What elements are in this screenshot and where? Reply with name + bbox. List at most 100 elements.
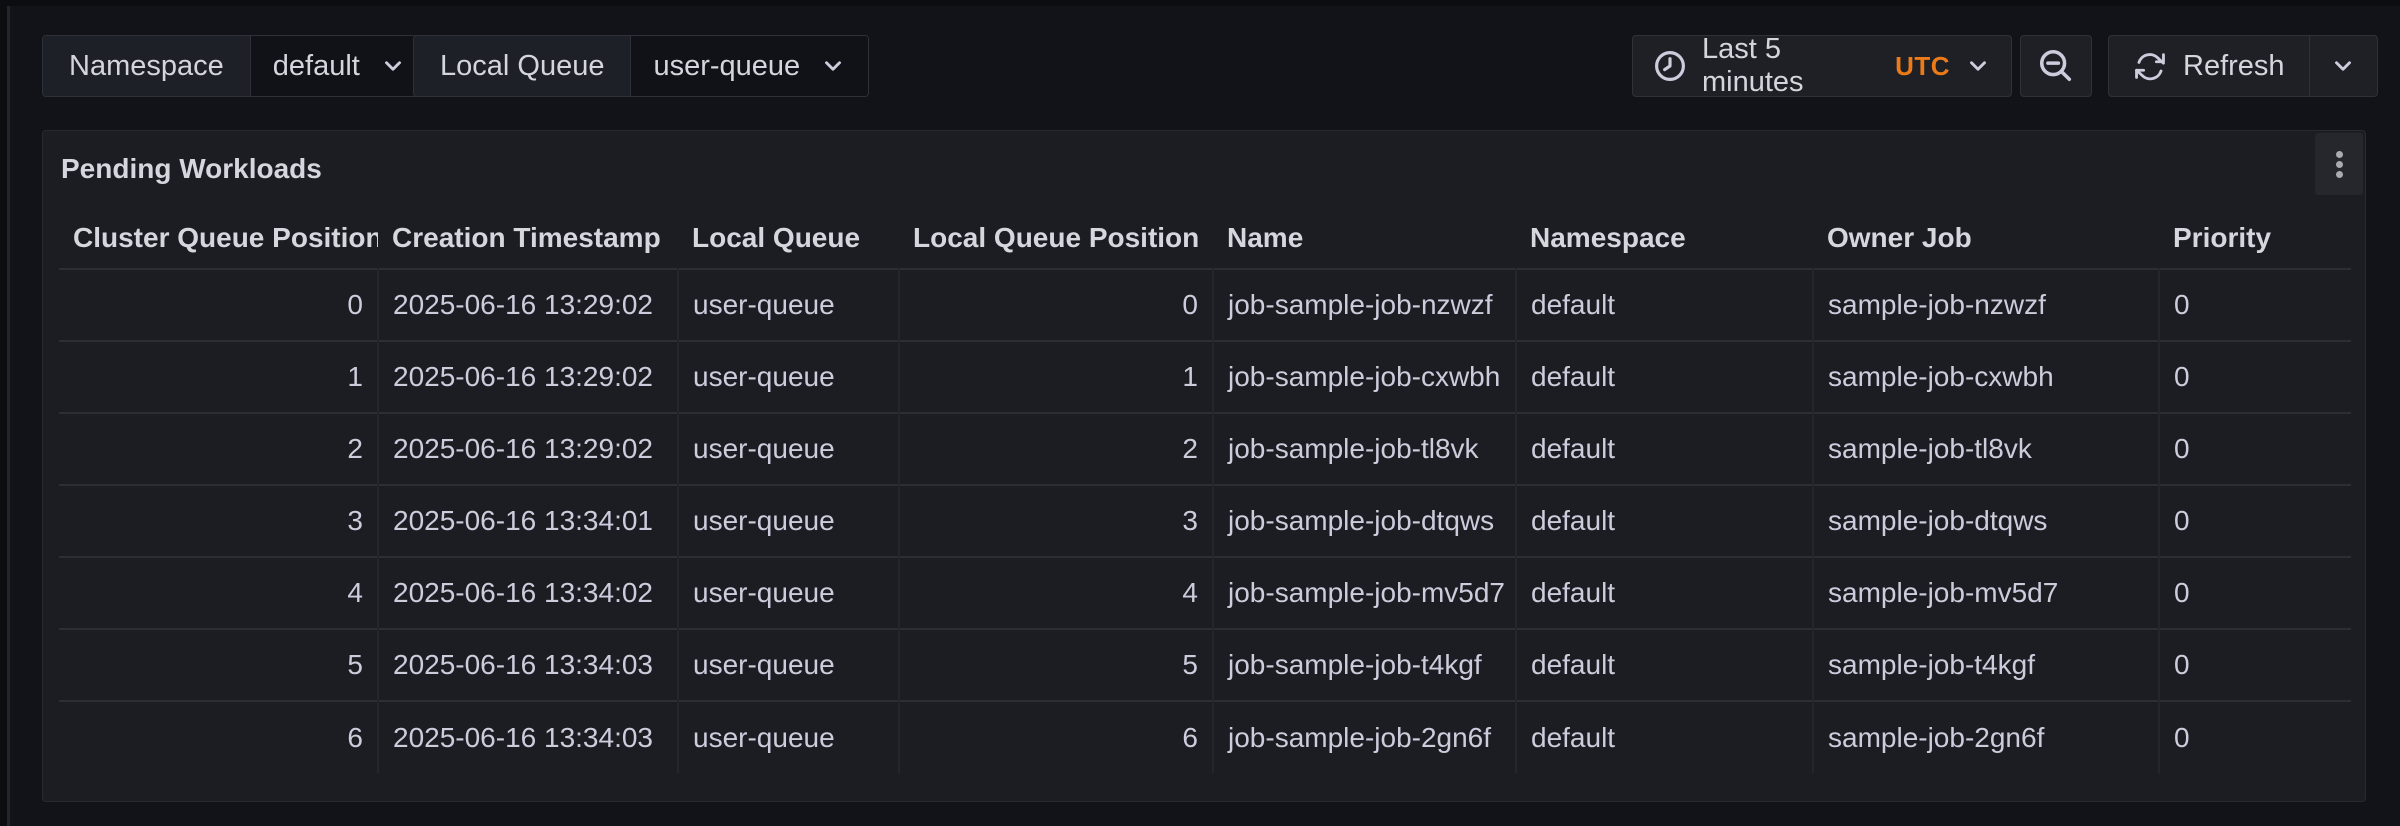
table-cell: sample-job-2gn6f <box>1813 701 2159 773</box>
left-divider <box>7 6 10 826</box>
pending-workloads-table-wrap: Cluster Queue PositionCreation Timestamp… <box>59 207 2351 773</box>
table-cell: 4 <box>59 557 378 629</box>
dashboard-toolbar: Namespace default Local Queue user-queue… <box>0 35 2400 97</box>
variable-local-queue: Local Queue user-queue <box>413 35 869 97</box>
table-cell: 0 <box>2159 701 2351 773</box>
table-cell: job-sample-job-cxwbh <box>1213 341 1516 413</box>
table-cell: 0 <box>2159 557 2351 629</box>
variable-namespace-label: Namespace <box>43 36 251 96</box>
table-row: 32025-06-16 13:34:01user-queue3job-sampl… <box>59 485 2351 557</box>
table-cell: job-sample-job-2gn6f <box>1213 701 1516 773</box>
table-cell: default <box>1516 701 1813 773</box>
pending-workloads-panel: Pending Workloads Cluster Queue Position… <box>42 130 2366 802</box>
time-range-picker[interactable]: Last 5 minutes UTC <box>1632 35 2012 97</box>
variable-namespace-value: default <box>273 50 360 83</box>
table-cell: user-queue <box>678 629 899 701</box>
table-cell: 1 <box>899 341 1213 413</box>
variable-local-queue-value: user-queue <box>653 50 800 83</box>
timezone-label: UTC <box>1895 51 1950 82</box>
table-cell: 3 <box>899 485 1213 557</box>
zoom-out-time-button[interactable] <box>2020 35 2092 97</box>
table-cell: job-sample-job-nzwzf <box>1213 269 1516 341</box>
variable-namespace: Namespace default <box>42 35 429 97</box>
chevron-down-icon <box>820 53 846 79</box>
table-header-row: Cluster Queue PositionCreation Timestamp… <box>59 207 2351 269</box>
table-cell: 0 <box>2159 485 2351 557</box>
column-header[interactable]: Priority <box>2159 207 2351 269</box>
table-cell: default <box>1516 629 1813 701</box>
column-header[interactable]: Namespace <box>1516 207 1813 269</box>
table-cell: 1 <box>59 341 378 413</box>
table-cell: user-queue <box>678 557 899 629</box>
vertical-ellipsis-icon <box>2336 151 2343 158</box>
table-cell: 6 <box>899 701 1213 773</box>
time-range-label: Last 5 minutes <box>1702 33 1880 99</box>
table-cell: user-queue <box>678 485 899 557</box>
table-cell: job-sample-job-dtqws <box>1213 485 1516 557</box>
table-cell: default <box>1516 485 1813 557</box>
table-cell: sample-job-mv5d7 <box>1813 557 2159 629</box>
column-header[interactable]: Cluster Queue Position <box>59 207 378 269</box>
chevron-down-icon <box>1965 53 1991 79</box>
vertical-ellipsis-icon <box>2336 171 2343 178</box>
table-row: 52025-06-16 13:34:03user-queue5job-sampl… <box>59 629 2351 701</box>
table-cell: user-queue <box>678 341 899 413</box>
clock-icon <box>1653 49 1687 83</box>
column-header[interactable]: Creation Timestamp <box>378 207 678 269</box>
variable-namespace-dropdown[interactable]: default <box>251 36 428 96</box>
window-top-edge <box>0 0 2400 6</box>
refresh-group: Refresh <box>2108 35 2378 97</box>
table-cell: 2025-06-16 13:29:02 <box>378 413 678 485</box>
table-cell: 2025-06-16 13:29:02 <box>378 341 678 413</box>
table-cell: 2025-06-16 13:34:02 <box>378 557 678 629</box>
table-row: 02025-06-16 13:29:02user-queue0job-sampl… <box>59 269 2351 341</box>
table-cell: 3 <box>59 485 378 557</box>
table-cell: 2025-06-16 13:34:03 <box>378 629 678 701</box>
table-row: 12025-06-16 13:29:02user-queue1job-sampl… <box>59 341 2351 413</box>
chevron-down-icon <box>380 53 406 79</box>
pending-workloads-table: Cluster Queue PositionCreation Timestamp… <box>59 207 2351 773</box>
table-cell: 6 <box>59 701 378 773</box>
table-cell: default <box>1516 269 1813 341</box>
column-header[interactable]: Local Queue Position <box>899 207 1213 269</box>
table-cell: user-queue <box>678 413 899 485</box>
table-cell: 2 <box>59 413 378 485</box>
sync-arrows-icon <box>2133 49 2167 83</box>
table-cell: 2025-06-16 13:29:02 <box>378 269 678 341</box>
column-header[interactable]: Name <box>1213 207 1516 269</box>
window-left-edge <box>0 0 7 826</box>
panel-menu-button[interactable] <box>2315 133 2363 195</box>
table-cell: user-queue <box>678 269 899 341</box>
table-cell: 2025-06-16 13:34:01 <box>378 485 678 557</box>
magnifier-minus-icon <box>2037 47 2075 85</box>
table-cell: 0 <box>59 269 378 341</box>
column-header[interactable]: Owner Job <box>1813 207 2159 269</box>
table-cell: 0 <box>2159 413 2351 485</box>
refresh-interval-dropdown[interactable] <box>2309 36 2377 96</box>
table-row: 22025-06-16 13:29:02user-queue2job-sampl… <box>59 413 2351 485</box>
table-cell: 0 <box>2159 629 2351 701</box>
table-cell: job-sample-job-tl8vk <box>1213 413 1516 485</box>
variable-local-queue-dropdown[interactable]: user-queue <box>631 36 868 96</box>
table-cell: 5 <box>59 629 378 701</box>
table-cell: default <box>1516 557 1813 629</box>
table-row: 62025-06-16 13:34:03user-queue6job-sampl… <box>59 701 2351 773</box>
table-cell: 0 <box>2159 269 2351 341</box>
table-cell: 2 <box>899 413 1213 485</box>
vertical-ellipsis-icon <box>2336 161 2343 168</box>
table-cell: job-sample-job-mv5d7 <box>1213 557 1516 629</box>
refresh-button[interactable]: Refresh <box>2109 36 2309 96</box>
chevron-down-icon <box>2330 53 2356 79</box>
table-cell: job-sample-job-t4kgf <box>1213 629 1516 701</box>
column-header[interactable]: Local Queue <box>678 207 899 269</box>
table-cell: sample-job-cxwbh <box>1813 341 2159 413</box>
refresh-label: Refresh <box>2183 50 2285 83</box>
table-cell: 4 <box>899 557 1213 629</box>
table-row: 42025-06-16 13:34:02user-queue4job-sampl… <box>59 557 2351 629</box>
table-cell: user-queue <box>678 701 899 773</box>
panel-title[interactable]: Pending Workloads <box>61 153 322 185</box>
table-cell: default <box>1516 413 1813 485</box>
table-cell: 0 <box>2159 341 2351 413</box>
table-cell: 0 <box>899 269 1213 341</box>
table-cell: sample-job-dtqws <box>1813 485 2159 557</box>
